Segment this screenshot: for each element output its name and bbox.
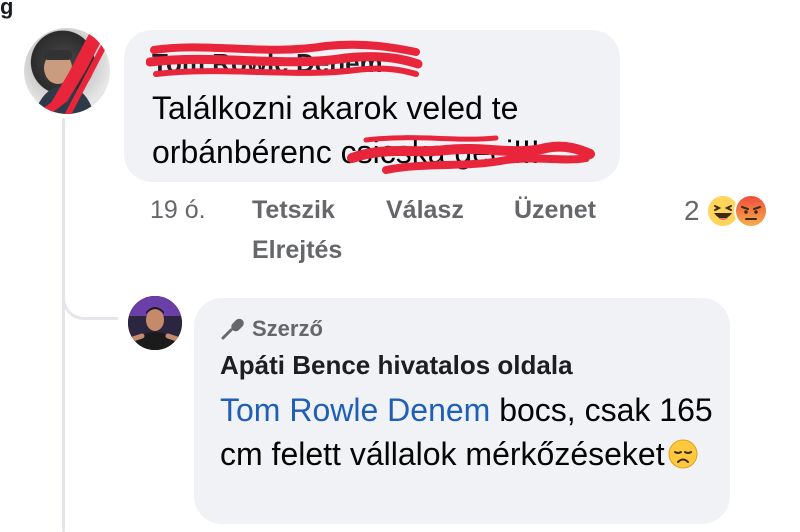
reactions-summary[interactable]: 2: [684, 193, 768, 229]
reply-author-name[interactable]: Apáti Bence hivatalos oldala: [220, 350, 573, 381]
disappointed-face-icon: [668, 439, 698, 469]
reaction-count: 2: [684, 195, 700, 226]
microphone-icon: [221, 318, 244, 340]
comment-timestamp[interactable]: 19 ó.: [150, 196, 206, 225]
thread-line: [62, 118, 65, 532]
reply-button[interactable]: Válasz: [386, 196, 464, 225]
reply-avatar-image: [128, 296, 182, 350]
avatar-scribble: [34, 28, 110, 114]
comment-scribble: [347, 135, 595, 174]
reply-text: Tom Rowle Denem bocs, csak 165 cm felett…: [220, 388, 720, 476]
cut-off-text: g: [0, 0, 14, 19]
reply-avatar[interactable]: [128, 296, 182, 350]
author-badge-label: Szerző: [252, 316, 323, 341]
hide-button[interactable]: Elrejtés: [252, 236, 342, 265]
mention-link[interactable]: Tom Rowle Denem: [220, 392, 490, 428]
thread-branch: [62, 260, 118, 320]
message-button[interactable]: Üzenet: [514, 196, 596, 225]
commenter-avatar[interactable]: [24, 28, 110, 114]
angry-icon: [733, 194, 768, 228]
author-name-scribble: [146, 40, 423, 77]
like-button[interactable]: Tetszik: [252, 196, 335, 225]
author-badge: Szerző: [220, 316, 323, 342]
